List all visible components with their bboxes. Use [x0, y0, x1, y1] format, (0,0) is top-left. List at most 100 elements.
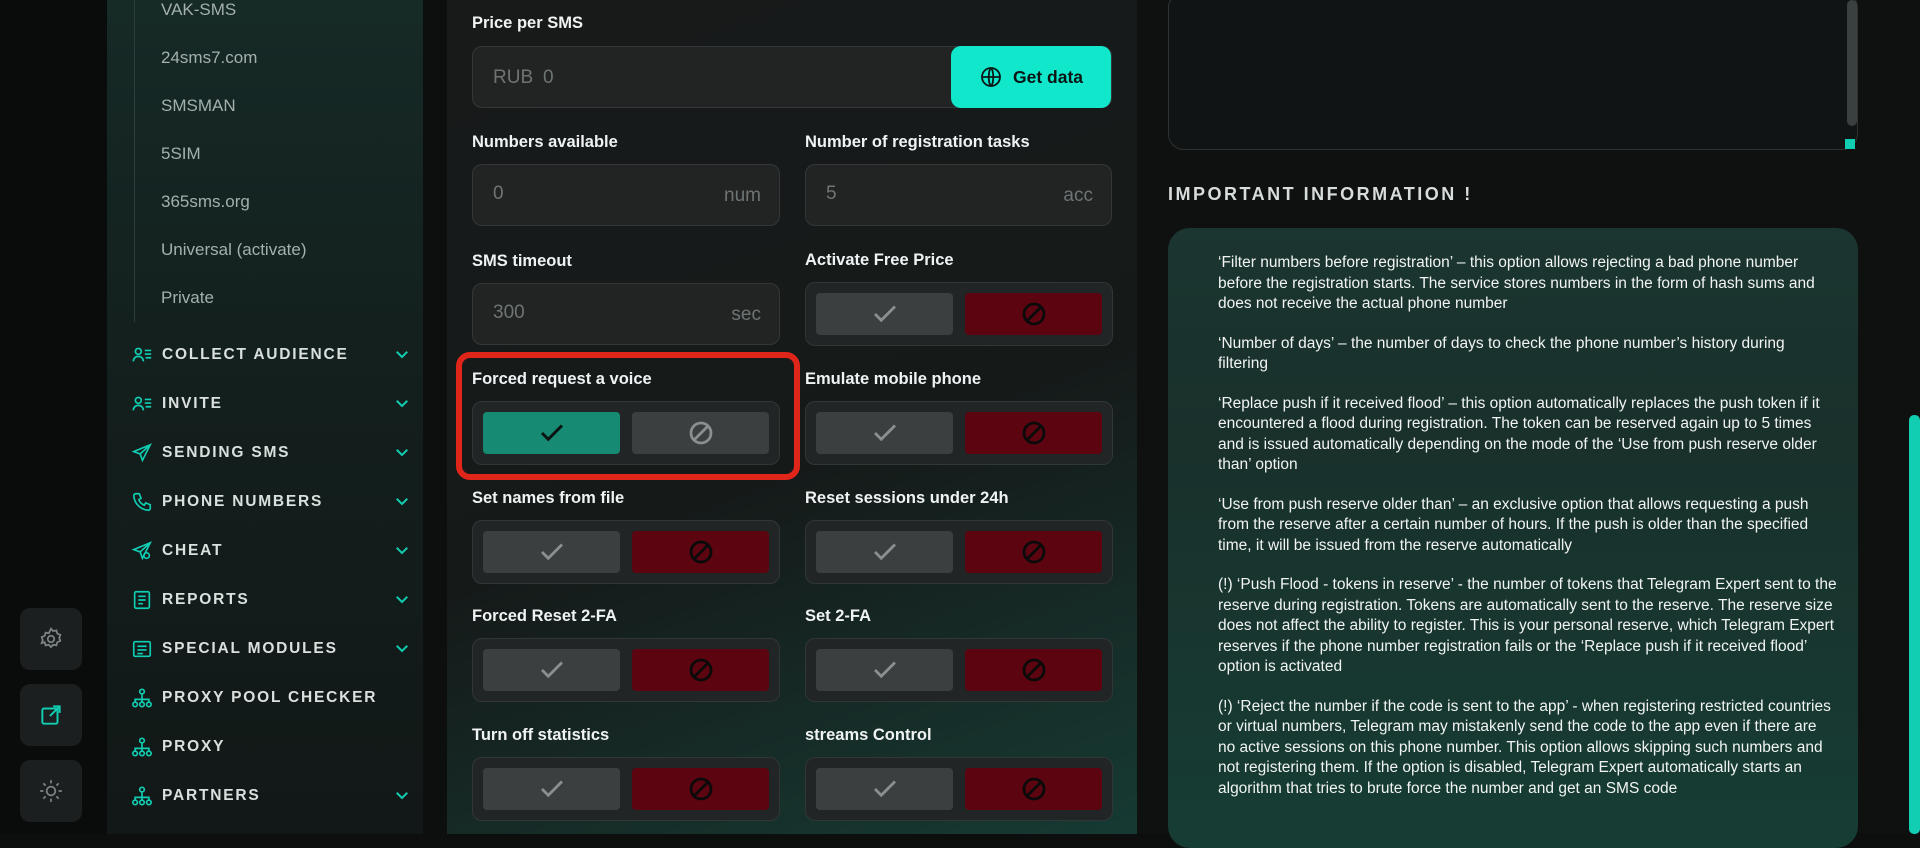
sidebar-item-label: PHONE NUMBERS	[162, 493, 324, 510]
disable-button[interactable]	[965, 649, 1102, 691]
ban-icon	[689, 658, 712, 682]
disable-button[interactable]	[632, 412, 769, 454]
streams-control-toggle	[805, 757, 1113, 821]
toggle-label: streams Control	[805, 726, 932, 744]
sidebar-item-cheat[interactable]: CHEAT	[131, 531, 411, 571]
enable-button[interactable]	[816, 649, 953, 691]
disable-button[interactable]	[632, 531, 769, 573]
forced-reset-2fa-toggle	[472, 638, 780, 702]
chevron-down-icon[interactable]	[393, 492, 411, 510]
enable-button[interactable]	[483, 768, 620, 810]
sidebar-subitem[interactable]: 24sms7.com	[135, 34, 385, 82]
sidebar-item-special-modules[interactable]: SPECIAL MODULES	[131, 629, 411, 669]
sidebar-item-sending-sms[interactable]: SENDING SMS	[131, 433, 411, 473]
sidebar-subitem[interactable]: 365sms.org	[135, 178, 385, 226]
enable-button[interactable]	[483, 649, 620, 691]
sidebar-item-label: PROXY	[162, 738, 226, 755]
sidebar-subitem[interactable]: Universal (activate)	[135, 226, 385, 274]
sidebar-item-label: INVITE	[162, 395, 223, 412]
disable-button[interactable]	[965, 531, 1102, 573]
sidebar-subitem[interactable]: VAK-SMS	[135, 0, 385, 34]
chevron-down-icon[interactable]	[393, 541, 411, 559]
ban-icon	[689, 540, 712, 564]
get-data-button[interactable]: Get data	[951, 46, 1111, 108]
sidebar-item-phone-numbers[interactable]: PHONE NUMBERS	[131, 482, 411, 522]
sidebar-item-invite[interactable]: INVITE	[131, 384, 411, 424]
reset-sessions-toggle	[805, 520, 1113, 584]
numbers-available-value: 0	[493, 183, 504, 204]
chevron-down-icon[interactable]	[393, 443, 411, 461]
price-value: 0	[543, 67, 554, 88]
page-scrollbar[interactable]	[1909, 415, 1920, 834]
ban-icon	[1022, 421, 1045, 445]
sidebar-item-label: CHEAT	[162, 542, 224, 559]
enable-button[interactable]	[483, 531, 620, 573]
sidebar-item-proxy[interactable]: PROXY	[131, 727, 411, 767]
report-icon	[131, 589, 153, 611]
chevron-down-icon[interactable]	[393, 590, 411, 608]
toggle-label: Set 2-FA	[805, 607, 872, 625]
chevron-down-icon[interactable]	[393, 394, 411, 412]
info-paragraph: ‘Replace push if it received flood’ – th…	[1218, 394, 1820, 474]
info-paragraph: ‘Use from push reserve older than’ – an …	[1218, 495, 1809, 554]
icon-rail	[0, 0, 107, 834]
forced-voice-toggle	[472, 401, 780, 465]
info-text: ‘Filter numbers before registration’ – t…	[1218, 253, 1838, 818]
sidebar-item-label: SENDING SMS	[162, 444, 291, 461]
ban-icon	[1022, 777, 1045, 801]
ban-icon	[1022, 658, 1045, 682]
chevron-down-icon[interactable]	[393, 639, 411, 657]
report-icon	[131, 638, 153, 660]
check-icon	[873, 543, 896, 561]
set-2fa-toggle	[805, 638, 1113, 702]
disable-button[interactable]	[632, 768, 769, 810]
textarea-scrollbar[interactable]	[1847, 0, 1857, 126]
sidebar-subitem[interactable]: Private	[135, 274, 385, 322]
sms-timeout-label: SMS timeout	[472, 252, 572, 270]
enable-button[interactable]	[816, 412, 953, 454]
enable-button[interactable]	[816, 768, 953, 810]
check-icon	[540, 543, 563, 561]
sidebar-item-reports[interactable]: REPORTS	[131, 580, 411, 620]
sidebar-item-label: COLLECT AUDIENCE	[162, 346, 349, 363]
sms-timeout-unit: sec	[731, 304, 761, 325]
toggle-label: Set names from file	[472, 489, 625, 507]
send-icon	[131, 540, 153, 562]
registration-tasks-input[interactable]: 5 acc	[805, 164, 1112, 226]
network-icon	[131, 785, 153, 807]
numbers-available-input[interactable]: 0 num	[472, 164, 780, 226]
toggle-label: Emulate mobile phone	[805, 370, 982, 388]
external-link-button[interactable]	[20, 684, 82, 746]
disable-button[interactable]	[965, 412, 1102, 454]
disable-button[interactable]	[965, 293, 1102, 335]
check-icon	[873, 305, 896, 323]
network-icon	[131, 687, 153, 709]
info-paragraph: ‘Number of days’ – the number of days to…	[1218, 334, 1785, 373]
sidebar-subitem[interactable]: SMSMAN	[135, 82, 385, 130]
chevron-down-icon[interactable]	[393, 345, 411, 363]
sms-timeout-input[interactable]: 300 sec	[472, 283, 780, 345]
theme-button[interactable]	[20, 760, 82, 822]
sidebar-subitem[interactable]: 5SIM	[135, 130, 385, 178]
sms-timeout-value: 300	[493, 302, 525, 323]
settings-button[interactable]	[20, 608, 82, 670]
external-link-icon	[41, 705, 61, 725]
check-icon	[873, 661, 896, 679]
disable-button[interactable]	[965, 768, 1102, 810]
disable-button[interactable]	[632, 649, 769, 691]
log-textarea[interactable]	[1168, 0, 1858, 150]
sidebar-item-partners[interactable]: PARTNERS	[131, 776, 411, 816]
enable-button[interactable]	[483, 412, 620, 454]
sidebar-item-proxy-pool-checker[interactable]: PROXY POOL CHECKER	[131, 678, 411, 718]
currency-prefix: RUB	[493, 67, 534, 88]
resize-handle[interactable]	[1845, 139, 1855, 149]
sidebar-item-collect-audience[interactable]: COLLECT AUDIENCE	[131, 335, 411, 375]
sidebar-item-label: PROXY POOL CHECKER	[162, 689, 378, 706]
emulate-mobile-toggle	[805, 401, 1113, 465]
network-icon	[131, 736, 153, 758]
toggle-label: Turn off statistics	[472, 726, 610, 744]
chevron-down-icon[interactable]	[393, 786, 411, 804]
enable-button[interactable]	[816, 293, 953, 335]
enable-button[interactable]	[816, 531, 953, 573]
ban-icon	[1022, 302, 1045, 326]
